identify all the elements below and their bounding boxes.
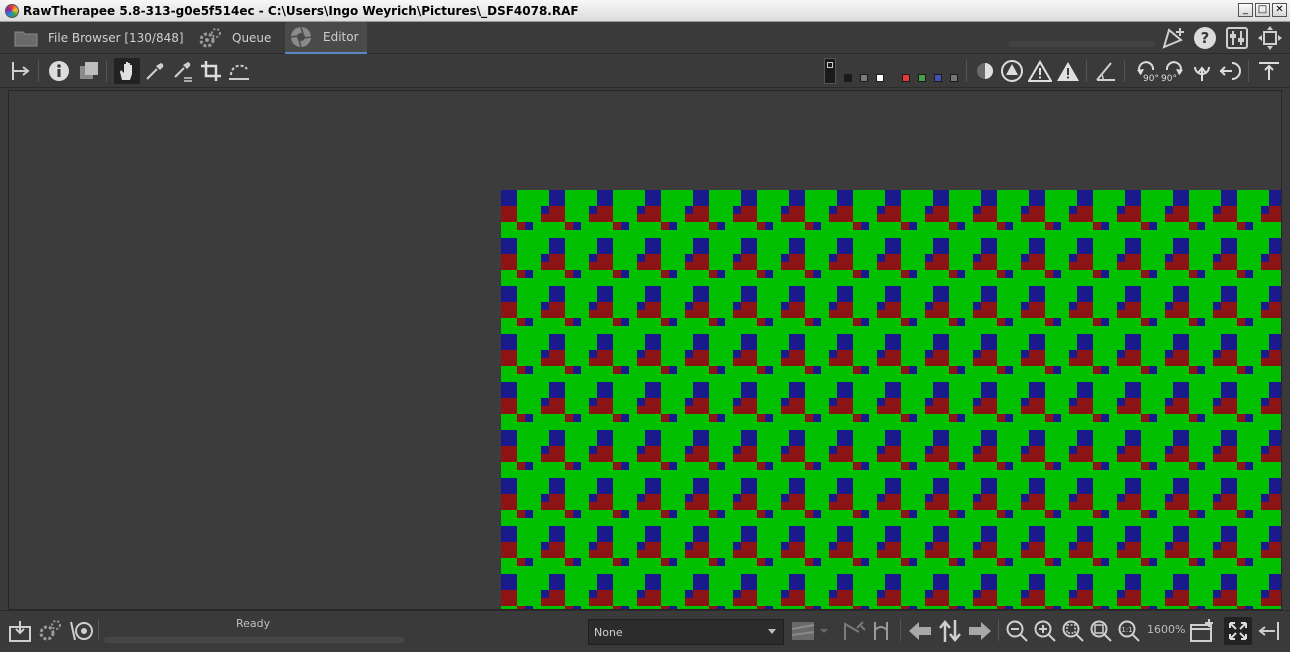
- aperture-icon: [289, 25, 313, 49]
- gears-icon: [198, 27, 222, 49]
- new-window-icon[interactable]: [1188, 617, 1216, 645]
- preview-mode-value: None: [594, 625, 623, 639]
- new-detail-window-icon[interactable]: [1160, 25, 1188, 51]
- perspective-icon[interactable]: [1092, 58, 1118, 84]
- fullscreen-toggle-icon[interactable]: [1224, 617, 1252, 645]
- channel-swatch-red[interactable]: [902, 74, 910, 82]
- crop-icon[interactable]: [198, 58, 224, 84]
- send-to-editor-icon[interactable]: [66, 617, 94, 645]
- tab-editor-label: Editor: [323, 30, 359, 44]
- help-icon[interactable]: ?: [1192, 25, 1218, 51]
- hand-icon[interactable]: [114, 58, 140, 84]
- sync-icon[interactable]: [936, 617, 964, 645]
- toolbar-divider: [1248, 60, 1249, 82]
- highlights-clip-icon[interactable]: [1027, 58, 1053, 84]
- rotate-right-label: 90°: [1161, 74, 1177, 84]
- title-bar: RawTherapee 5.8-313-g0e5f514ec - C:\User…: [0, 0, 1290, 22]
- maximize-button[interactable]: □: [1255, 3, 1270, 17]
- before-after-icon[interactable]: [76, 58, 102, 84]
- channel-swatch-white[interactable]: [876, 74, 884, 82]
- minimize-button[interactable]: _: [1238, 3, 1253, 17]
- flip-horizontal-icon[interactable]: [1217, 58, 1243, 84]
- chevron-down-icon: [768, 629, 776, 634]
- preferences-icon[interactable]: [1224, 25, 1250, 51]
- svg-text:?: ?: [1201, 29, 1210, 47]
- tab-file-browser-label: File Browser [130/848]: [48, 31, 184, 45]
- folder-icon: [14, 29, 38, 47]
- tab-file-browser[interactable]: File Browser [130/848]: [14, 22, 184, 54]
- rotate-right-icon[interactable]: 90°: [1160, 58, 1188, 84]
- window-title: RawTherapee 5.8-313-g0e5f514ec - C:\User…: [23, 3, 579, 18]
- hide-history-icon[interactable]: [8, 58, 34, 84]
- focus-mask-icon[interactable]: [972, 58, 998, 84]
- channel-swatch-grey[interactable]: [860, 74, 868, 82]
- status-divider: [998, 619, 999, 641]
- close-button[interactable]: ✕: [1272, 3, 1287, 17]
- image-preview-canvas[interactable]: [8, 90, 1282, 610]
- compare-icon[interactable]: [868, 617, 896, 645]
- zoom-level: 1600%: [1147, 623, 1186, 636]
- editor-toolbar: 90° 90°: [0, 54, 1290, 88]
- white-balance-picker-icon[interactable]: [170, 58, 196, 84]
- zoom-out-icon[interactable]: [1003, 617, 1031, 645]
- collapse-panel-icon[interactable]: [1256, 617, 1284, 645]
- toolbar-divider: [966, 60, 967, 82]
- raw-mosaic-image: [501, 190, 1281, 609]
- queue-add-icon[interactable]: [36, 617, 64, 645]
- preview-mode-select[interactable]: None: [588, 619, 784, 645]
- rotate-left-icon[interactable]: 90°: [1132, 58, 1160, 84]
- warning-filled-icon[interactable]: [1055, 58, 1081, 84]
- status-divider: [900, 619, 901, 641]
- status-text: Ready: [236, 617, 271, 630]
- hide-tools-icon[interactable]: [1256, 58, 1282, 84]
- status-divider: [98, 619, 99, 641]
- tab-editor[interactable]: Editor: [285, 22, 367, 54]
- toolbar-divider: [106, 60, 107, 82]
- zoom-in-icon[interactable]: [1031, 617, 1059, 645]
- shadows-clip-icon[interactable]: [999, 58, 1025, 84]
- status-bar: Ready None 1:1 1600%: [0, 610, 1290, 652]
- progress-bar: [104, 637, 404, 643]
- rotate-left-label: 90°: [1143, 74, 1159, 84]
- toolbar-divider: [1086, 60, 1087, 82]
- main-tab-bar: File Browser [130/848] Queue Editor ?: [0, 22, 1290, 54]
- channel-swatch-black[interactable]: [844, 74, 852, 82]
- color-picker-icon[interactable]: [142, 58, 168, 84]
- preview-mode-icon[interactable]: [790, 617, 830, 645]
- channel-swatch-luminance[interactable]: [950, 74, 958, 82]
- channel-swatch-blue[interactable]: [934, 74, 942, 82]
- svg-text:1:1: 1:1: [1121, 626, 1132, 634]
- zoom-100-icon[interactable]: 1:1: [1115, 617, 1143, 645]
- straighten-icon[interactable]: [226, 58, 252, 84]
- navigate-next-icon[interactable]: [966, 617, 994, 645]
- focus-mask-toggle[interactable]: [824, 58, 836, 84]
- save-icon[interactable]: [6, 617, 34, 645]
- zoom-fill-icon[interactable]: [1087, 617, 1115, 645]
- flip-vertical-icon[interactable]: [1189, 58, 1215, 84]
- top-progress-bar: [1008, 41, 1156, 47]
- zoom-fit-icon[interactable]: [1059, 617, 1087, 645]
- fullscreen-icon[interactable]: [1256, 25, 1284, 51]
- info-icon[interactable]: [46, 58, 72, 84]
- window-controls: _ □ ✕: [1238, 3, 1287, 17]
- tab-queue-label: Queue: [232, 31, 272, 45]
- navigate-prev-icon[interactable]: [906, 617, 934, 645]
- app-logo-icon: [5, 3, 19, 18]
- toolbar-divider: [38, 60, 39, 82]
- toolbar-divider: [1124, 60, 1125, 82]
- sync-profile-icon[interactable]: [840, 617, 868, 645]
- channel-swatch-green[interactable]: [918, 74, 926, 82]
- tab-queue[interactable]: Queue: [198, 22, 271, 54]
